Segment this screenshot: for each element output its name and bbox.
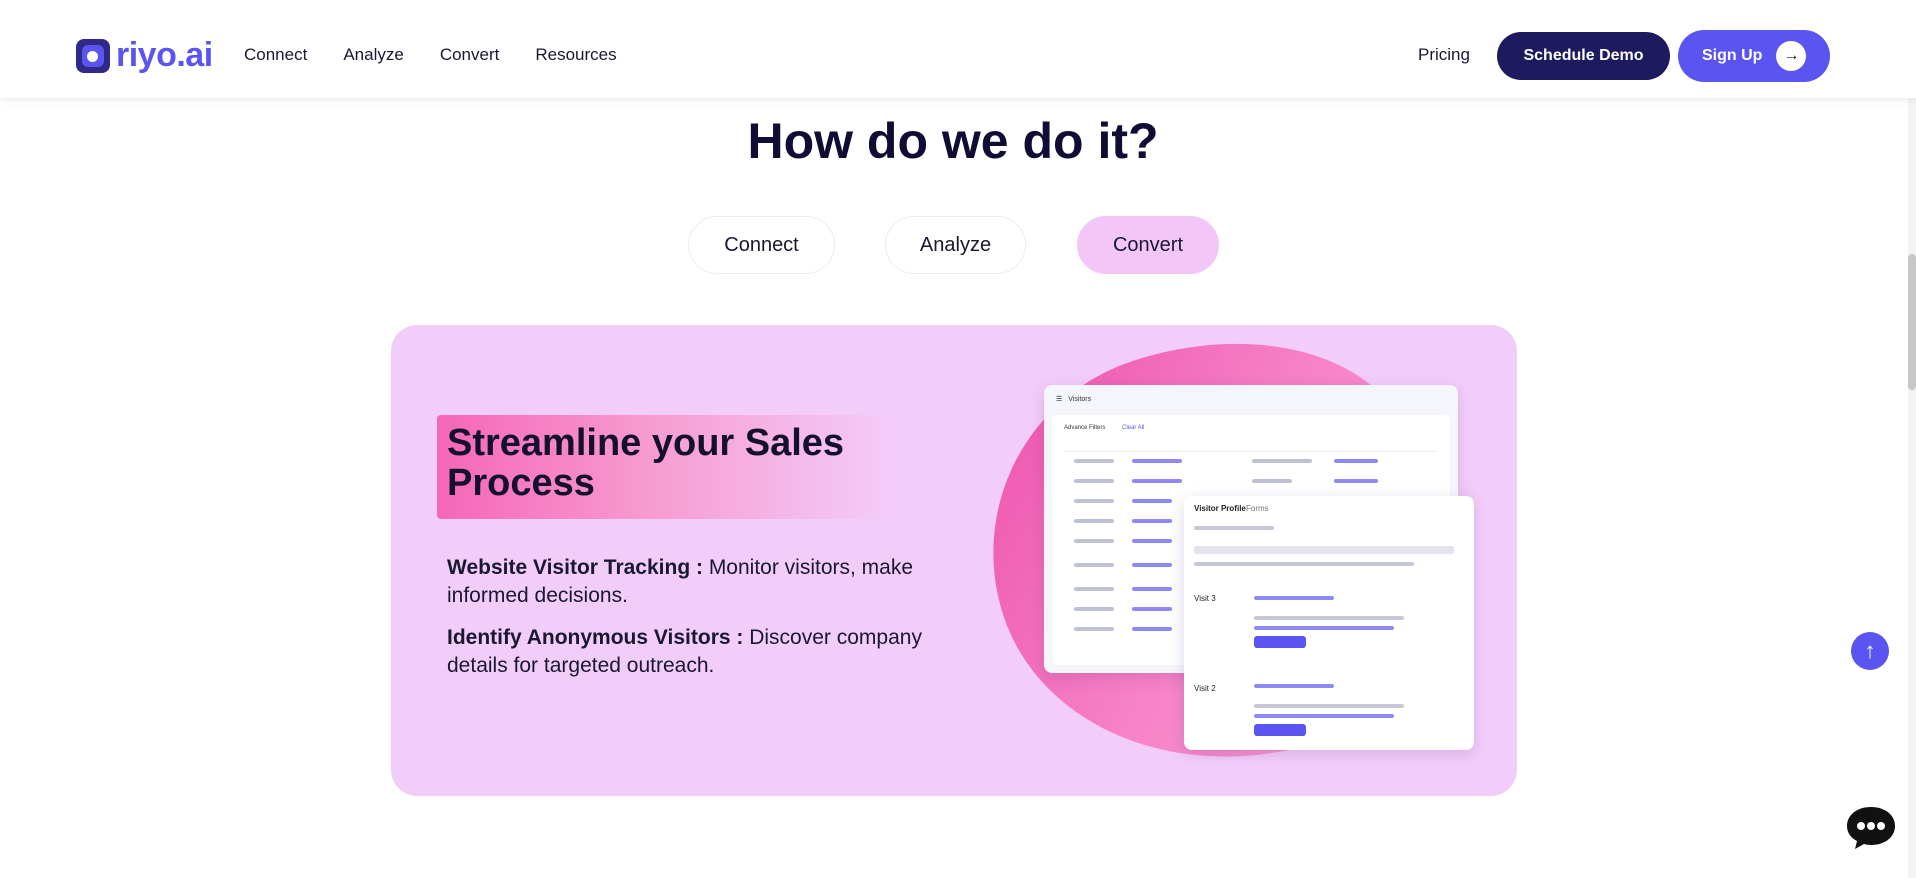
nav-convert[interactable]: Convert	[440, 45, 500, 65]
sign-up-button[interactable]: Sign Up →	[1678, 30, 1830, 82]
feature-title: Website Visitor Tracking :	[447, 556, 703, 579]
logo-text: riyo.ai	[116, 36, 213, 74]
preview-visit-2: Visit 2	[1194, 684, 1216, 693]
nav-pricing[interactable]: Pricing	[1418, 45, 1470, 65]
nav-analyze[interactable]: Analyze	[343, 45, 403, 65]
preview-show-keywords-button	[1254, 724, 1306, 736]
tab-analyze[interactable]: Analyze	[885, 216, 1026, 274]
chat-bubble-icon[interactable]	[1845, 805, 1897, 851]
feature-visitor-tracking: Website Visitor Tracking : Monitor visit…	[447, 554, 947, 610]
nav-connect[interactable]: Connect	[244, 45, 307, 65]
tab-connect[interactable]: Connect	[688, 216, 835, 274]
preview-forms: Forms	[1246, 504, 1269, 513]
main-nav: Connect Analyze Convert Resources	[244, 45, 617, 65]
preview-show-keywords-button	[1254, 636, 1306, 648]
scrollbar-thumb[interactable]	[1908, 254, 1916, 390]
preview-visitor-profile: Visitor Profile	[1194, 504, 1246, 513]
section-title: How do we do it?	[747, 113, 1159, 169]
preview-visit-3: Visit 3	[1194, 594, 1216, 603]
logo-mark-icon	[76, 38, 110, 73]
logo[interactable]: riyo.ai	[76, 36, 213, 75]
menu-icon: ☰	[1056, 396, 1063, 403]
feature-identify-visitors: Identify Anonymous Visitors : Discover c…	[447, 624, 947, 680]
page-scrollbar[interactable]	[1908, 0, 1916, 878]
visitor-profile-preview: Visitor Profile Forms Visit 3 Visit 2	[1184, 496, 1474, 750]
card-headline: Streamline your Sales Process	[437, 415, 897, 519]
arrow-right-icon: →	[1776, 41, 1807, 71]
arrow-up-icon[interactable]: ↑	[1851, 632, 1889, 670]
feature-card: Streamline your Sales Process Website Vi…	[391, 325, 1517, 796]
site-header: riyo.ai Connect Analyze Convert Resource…	[0, 0, 1916, 98]
schedule-demo-button[interactable]: Schedule Demo	[1497, 32, 1670, 80]
preview-clear-all: Clear All	[1122, 425, 1145, 431]
preview-advance-filters: Advance Filters	[1064, 425, 1106, 431]
tab-convert[interactable]: Convert	[1077, 216, 1219, 274]
preview-visitors-title: Visitors	[1068, 395, 1092, 403]
sign-up-label: Sign Up	[1702, 47, 1763, 64]
nav-resources[interactable]: Resources	[535, 45, 616, 65]
feature-title: Identify Anonymous Visitors :	[447, 626, 744, 649]
